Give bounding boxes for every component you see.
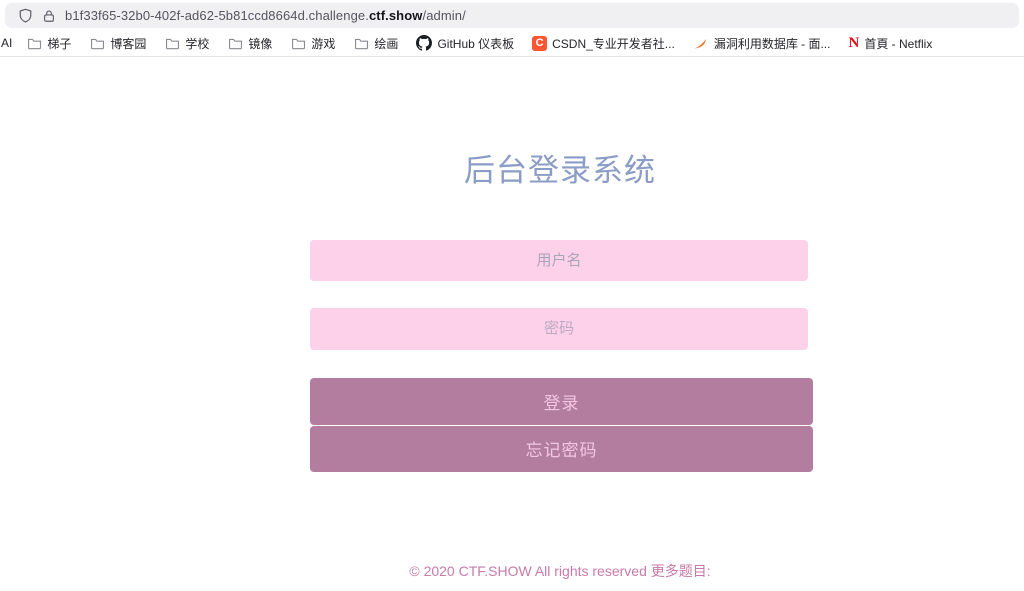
bookmark-folder-tizi[interactable]: 梯子	[26, 35, 71, 52]
url-prefix: b1f33f65-32b0-402f-ad62-5b81ccd8664d.cha…	[65, 8, 369, 23]
folder-icon	[26, 35, 42, 51]
urlbar-strip: b1f33f65-32b0-402f-ad62-5b81ccd8664d.cha…	[0, 0, 1024, 30]
login-button[interactable]: 登录	[310, 377, 813, 425]
bookmark-folder-bokeyuan[interactable]: 博客园	[89, 35, 146, 52]
address-bar[interactable]: b1f33f65-32b0-402f-ad62-5b81ccd8664d.cha…	[5, 3, 1019, 28]
folder-icon	[227, 35, 243, 51]
csdn-icon: C	[532, 35, 548, 51]
bookmark-label: GitHub 仪表板	[437, 36, 515, 51]
folder-icon	[353, 35, 369, 51]
bookmark-label: 学校	[185, 36, 210, 51]
bookmark-ai[interactable]: AI	[1, 36, 12, 50]
copyright-footer: © 2020 CTF.SHOW All rights reserved 更多题目…	[409, 562, 711, 579]
folder-icon	[290, 35, 306, 51]
bookmark-label: AI	[1, 36, 13, 50]
browser-chrome: b1f33f65-32b0-402f-ad62-5b81ccd8664d.cha…	[0, 0, 1024, 57]
github-icon	[416, 35, 433, 51]
bookmark-label: 游戏	[311, 36, 336, 51]
folder-icon	[89, 35, 105, 51]
exploit-db-icon	[693, 35, 709, 51]
bookmarks-bar: AI 梯子 博客园 学校 镜像 游戏 绘画 GitHub 仪表板 C CSDN_…	[0, 30, 1024, 57]
bookmark-folder-huihua[interactable]: 绘画	[353, 35, 398, 52]
bookmark-github[interactable]: GitHub 仪表板	[416, 35, 514, 52]
bookmark-label: CSDN_专业开发者社...	[552, 36, 675, 51]
netflix-icon: N	[848, 34, 860, 51]
login-form: 登录 忘记密码	[310, 239, 813, 472]
username-input[interactable]	[310, 239, 808, 281]
shield-icon[interactable]	[18, 8, 33, 23]
bookmark-exploit-db[interactable]: 漏洞利用数据库 - 面...	[693, 35, 831, 52]
bookmark-label: 镜像	[248, 36, 273, 51]
page-title: 后台登录系统	[464, 153, 656, 188]
page-viewport: 后台登录系统 登录 忘记密码 © 2020 CTF.SHOW All right…	[0, 57, 1024, 590]
bookmark-netflix[interactable]: N 首頁 - Netflix	[848, 35, 932, 52]
bookmark-label: 首頁 - Netflix	[864, 36, 933, 51]
bookmark-folder-xuexiao[interactable]: 学校	[164, 35, 209, 52]
bookmark-folder-youxi[interactable]: 游戏	[290, 35, 335, 52]
bookmark-csdn[interactable]: C CSDN_专业开发者社...	[532, 35, 675, 52]
folder-icon	[164, 35, 180, 51]
bookmark-folder-jingxiang[interactable]: 镜像	[227, 35, 272, 52]
bookmark-label: 博客园	[110, 36, 147, 51]
forgot-password-button[interactable]: 忘记密码	[310, 425, 813, 472]
url-text[interactable]: b1f33f65-32b0-402f-ad62-5b81ccd8664d.cha…	[65, 8, 466, 23]
bookmark-label: 绘画	[374, 36, 399, 51]
url-path: /admin/	[422, 8, 466, 23]
login-panel: 后台登录系统 登录 忘记密码 © 2020 CTF.SHOW All right…	[310, 57, 813, 581]
bookmark-label: 梯子	[47, 36, 72, 51]
bookmark-label: 漏洞利用数据库 - 面...	[713, 36, 831, 51]
password-input[interactable]	[310, 307, 808, 350]
lock-icon[interactable]	[42, 9, 56, 23]
url-domain: ctf.show	[368, 8, 423, 23]
